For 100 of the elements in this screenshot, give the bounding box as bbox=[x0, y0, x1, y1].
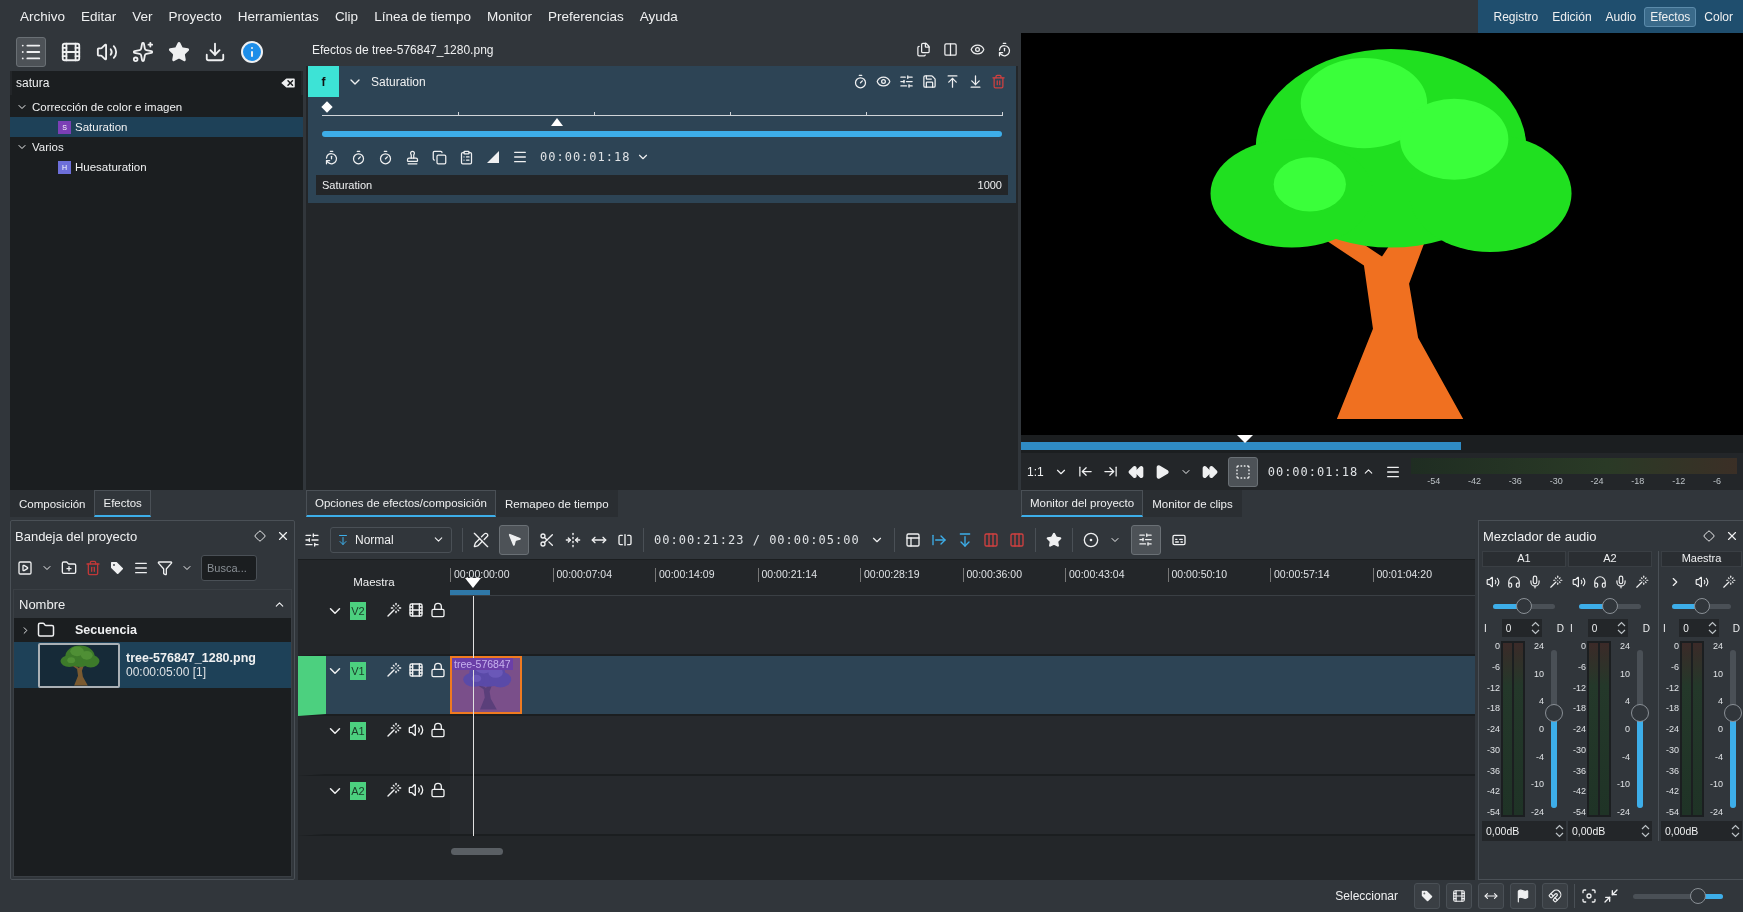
wand-icon[interactable] bbox=[386, 602, 402, 618]
headphones-icon[interactable] bbox=[1592, 575, 1607, 589]
workspace-tab[interactable]: Registro bbox=[1487, 6, 1545, 27]
star-icon[interactable] bbox=[1045, 531, 1062, 548]
fader-thumb[interactable] bbox=[1724, 704, 1742, 723]
menu-item[interactable]: Monitor bbox=[478, 9, 540, 24]
timeline-clip[interactable]: tree-576847 bbox=[450, 656, 522, 714]
headphones-icon[interactable] bbox=[1506, 575, 1521, 589]
float-icon[interactable] bbox=[254, 530, 266, 542]
stamp-icon[interactable] bbox=[405, 149, 420, 165]
rewind-icon[interactable] bbox=[1127, 463, 1144, 480]
panel-tab[interactable]: Opciones de efectos/composición bbox=[306, 490, 496, 517]
zoom-select[interactable]: 1:1 bbox=[1027, 464, 1044, 479]
set-out-icon[interactable] bbox=[1102, 464, 1118, 479]
bin-folder-row[interactable]: Secuencia bbox=[14, 618, 291, 642]
columns-icon[interactable] bbox=[943, 42, 958, 57]
slider-thumb[interactable] bbox=[1602, 597, 1618, 614]
slider-thumb[interactable] bbox=[1689, 887, 1706, 904]
flag-button[interactable] bbox=[1510, 883, 1536, 909]
fit-zoom-icon[interactable] bbox=[1581, 888, 1597, 904]
menu-icon[interactable] bbox=[512, 149, 528, 165]
track-lane[interactable]: tree-576847 bbox=[450, 656, 1475, 716]
menu-item[interactable]: Clip bbox=[326, 9, 367, 24]
speaker-icon[interactable] bbox=[408, 782, 424, 798]
wand-icon[interactable] bbox=[386, 782, 402, 798]
speaker-icon[interactable] bbox=[96, 41, 118, 63]
panel-tab[interactable]: Monitor de clips bbox=[1143, 490, 1242, 517]
clipboard-icon[interactable] bbox=[459, 149, 474, 165]
panels-icon[interactable] bbox=[904, 531, 921, 548]
monitor-ruler[interactable] bbox=[1021, 435, 1743, 453]
star-icon[interactable] bbox=[168, 41, 190, 63]
spinner-icon[interactable] bbox=[1555, 824, 1564, 838]
workspace-tab[interactable]: Audio bbox=[1599, 6, 1643, 27]
composite-mode-select[interactable]: Normal bbox=[330, 526, 452, 553]
list-button[interactable] bbox=[16, 37, 46, 67]
menu-item[interactable]: Herramientas bbox=[229, 9, 327, 24]
set-in-icon[interactable] bbox=[1077, 464, 1093, 479]
files-icon[interactable] bbox=[916, 42, 931, 57]
search-field[interactable]: Busca... bbox=[201, 555, 257, 581]
playhead-line[interactable] bbox=[473, 596, 474, 836]
menu-item[interactable]: Editar bbox=[73, 9, 125, 24]
wand-icon[interactable] bbox=[1634, 575, 1649, 589]
timer-icon[interactable] bbox=[378, 149, 393, 165]
lock-icon[interactable] bbox=[430, 602, 446, 618]
timer-icon[interactable] bbox=[853, 74, 868, 89]
menu-item[interactable]: Ver bbox=[124, 9, 161, 24]
workspace-tab[interactable]: Color bbox=[1698, 6, 1739, 27]
film-icon[interactable] bbox=[60, 41, 82, 63]
float-icon[interactable] bbox=[1703, 530, 1715, 542]
folder-icon[interactable] bbox=[37, 621, 55, 639]
safe-zone-button[interactable] bbox=[1227, 456, 1258, 487]
sliders-icon[interactable] bbox=[899, 74, 914, 89]
tag-icon[interactable] bbox=[109, 560, 125, 576]
scissors-icon[interactable] bbox=[539, 531, 555, 548]
speaker-icon[interactable] bbox=[1485, 575, 1500, 589]
tree-category[interactable]: Varios bbox=[10, 137, 303, 157]
download-icon[interactable] bbox=[204, 41, 226, 63]
keyframe-marker[interactable] bbox=[321, 101, 333, 113]
timer-icon[interactable] bbox=[351, 149, 366, 165]
save-icon[interactable] bbox=[922, 74, 937, 89]
parameter-row[interactable]: Saturation 1000 bbox=[316, 175, 1008, 195]
menu-item[interactable]: Línea de tiempo bbox=[366, 9, 479, 24]
film-icon[interactable] bbox=[408, 662, 424, 678]
lock-icon[interactable] bbox=[430, 782, 446, 798]
mic-icon[interactable] bbox=[1613, 575, 1628, 589]
zoom-out-icon[interactable] bbox=[1603, 888, 1619, 904]
balance-field[interactable]: 0 bbox=[1501, 619, 1542, 637]
info-icon[interactable] bbox=[240, 40, 264, 64]
eye-icon[interactable] bbox=[876, 74, 891, 89]
timer-icon[interactable] bbox=[324, 149, 339, 165]
move-up-icon[interactable] bbox=[945, 74, 960, 89]
speaker-icon[interactable] bbox=[408, 722, 424, 738]
timecode-field[interactable]: 00:00:01:18 bbox=[1267, 464, 1359, 479]
mixer-toggle-button[interactable] bbox=[1130, 524, 1161, 555]
add-clip-icon[interactable] bbox=[17, 560, 33, 576]
fast-forward-icon[interactable] bbox=[1201, 463, 1218, 480]
pen-off-icon[interactable] bbox=[473, 531, 489, 548]
wand-icon[interactable] bbox=[1721, 575, 1736, 589]
menu-item[interactable]: Ayuda bbox=[631, 9, 686, 24]
record-icon[interactable] bbox=[1082, 531, 1099, 548]
spinner-icon[interactable] bbox=[1616, 621, 1626, 635]
timer-icon[interactable] bbox=[997, 42, 1012, 57]
track-header[interactable]: V1 bbox=[298, 656, 450, 716]
spinner-icon[interactable] bbox=[1530, 621, 1540, 635]
playhead-marker[interactable] bbox=[1236, 435, 1253, 443]
gain-field[interactable]: 0,00dB bbox=[1568, 821, 1652, 841]
slider-thumb[interactable] bbox=[1516, 597, 1532, 614]
move-down-icon[interactable] bbox=[968, 74, 983, 89]
close-icon[interactable] bbox=[276, 529, 290, 543]
select-tool-button[interactable] bbox=[499, 524, 529, 555]
menu-icon[interactable] bbox=[133, 560, 149, 576]
panel-tab[interactable]: Efectos bbox=[94, 490, 151, 517]
audio-button[interactable] bbox=[1478, 883, 1504, 909]
wand-icon[interactable] bbox=[386, 722, 402, 738]
folder-add-icon[interactable] bbox=[61, 560, 77, 576]
snap-button[interactable] bbox=[1542, 883, 1568, 909]
scrollbar-handle[interactable] bbox=[451, 848, 503, 855]
fader-thumb[interactable] bbox=[1631, 704, 1649, 723]
sliders-icon[interactable] bbox=[304, 531, 320, 548]
balance-field[interactable]: 0 bbox=[1679, 619, 1720, 637]
